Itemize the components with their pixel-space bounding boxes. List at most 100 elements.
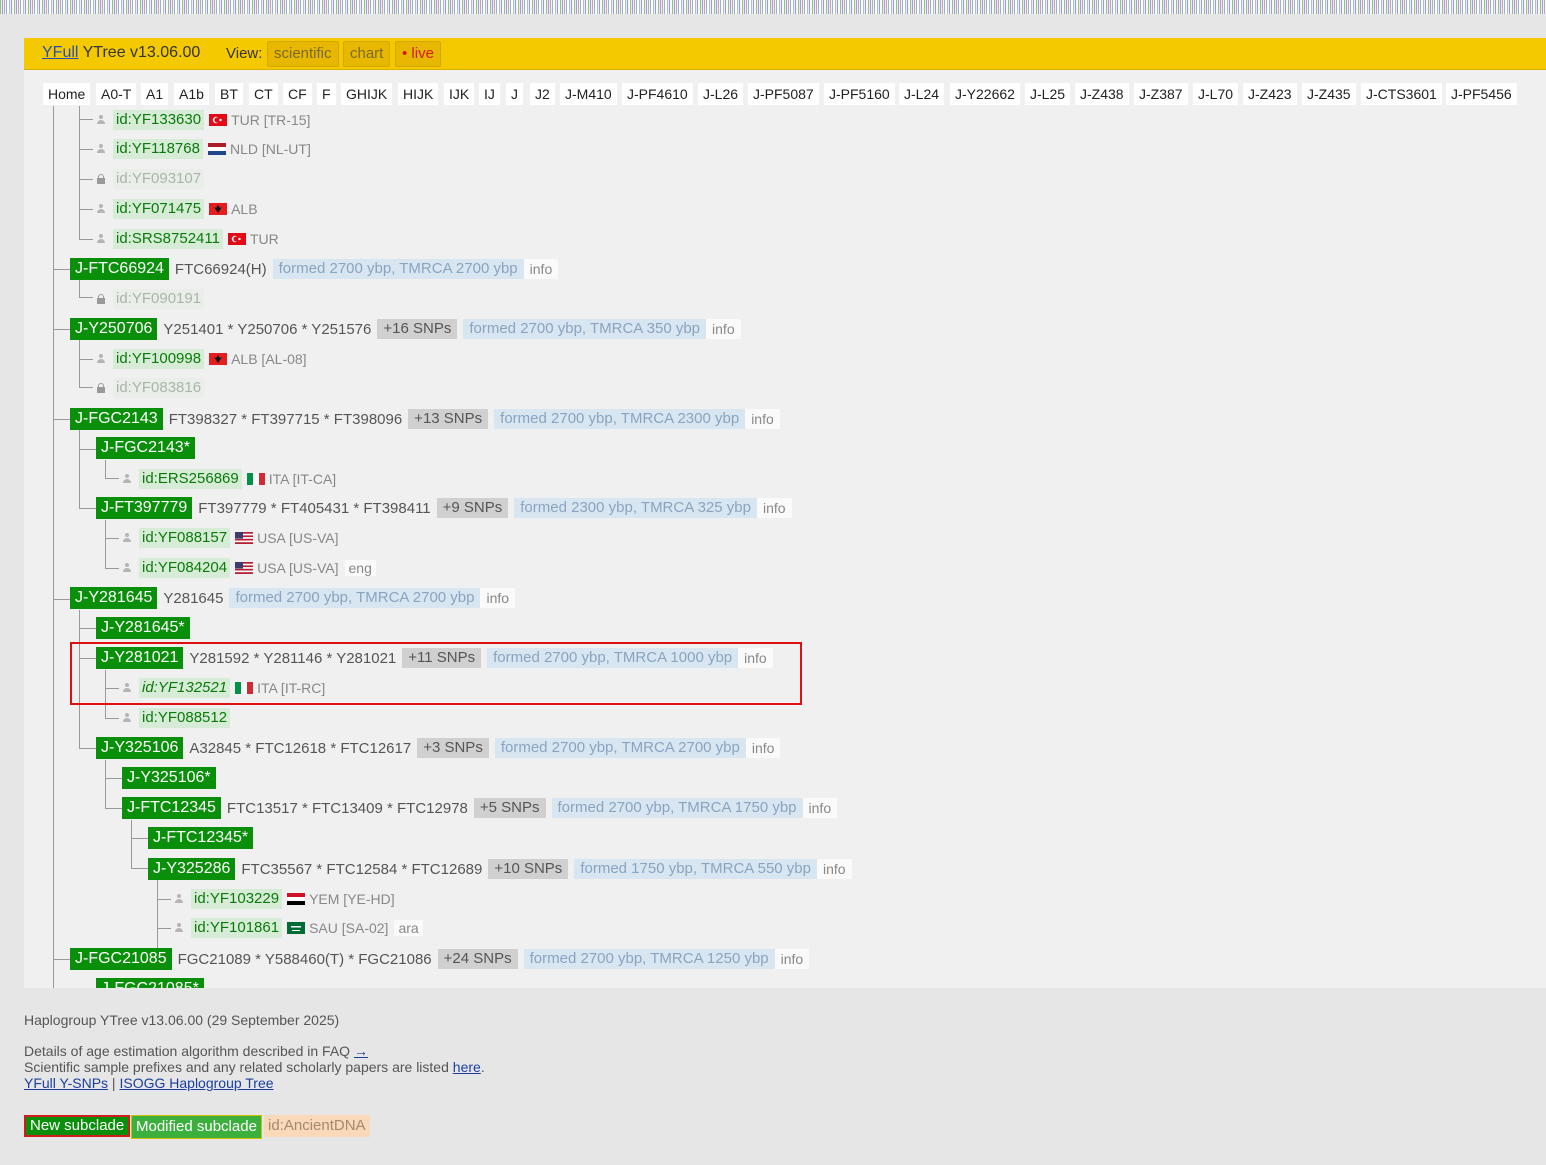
subclade-node-link[interactable]: J-FTC66924 xyxy=(70,258,169,280)
info-link[interactable]: info xyxy=(706,319,741,339)
tab-a1b[interactable]: A1b xyxy=(174,83,209,105)
info-link[interactable]: info xyxy=(745,738,781,758)
sample-id-link[interactable]: id:YF103229 xyxy=(191,889,283,909)
tab-j-z438[interactable]: J-Z438 xyxy=(1075,83,1129,105)
tab-j-m410[interactable]: J-M410 xyxy=(560,83,617,105)
tree-connector xyxy=(79,209,93,210)
info-link[interactable]: info xyxy=(756,498,792,518)
tab-ct[interactable]: CT xyxy=(249,83,278,105)
sample-id-link[interactable]: id:YF088157 xyxy=(139,528,231,548)
tab-j[interactable]: J xyxy=(506,83,523,105)
subclade-node-link[interactable]: J-Y325106* xyxy=(122,767,216,789)
sample-location: ALB xyxy=(231,201,258,217)
sample-row: id:YF100998 ALB [AL-08] xyxy=(96,348,307,370)
extra-snps-badge[interactable]: +13 SNPs xyxy=(408,409,489,429)
tab-f[interactable]: F xyxy=(317,83,336,105)
view-chart-button[interactable]: chart xyxy=(343,41,391,67)
extra-snps-badge[interactable]: +5 SNPs xyxy=(473,798,546,818)
extra-snps-badge[interactable]: +16 SNPs xyxy=(377,319,458,339)
tab-j-l70[interactable]: J-L70 xyxy=(1193,83,1239,105)
sample-id-link[interactable]: id:YF090191 xyxy=(113,289,205,309)
sample-id-link[interactable]: id:YF084204 xyxy=(139,558,231,578)
info-link[interactable]: info xyxy=(774,949,810,969)
view-live-button[interactable]: • live xyxy=(395,41,441,67)
tab-ijk[interactable]: IJK xyxy=(444,83,475,105)
info-link[interactable]: info xyxy=(745,409,780,429)
sample-id-link[interactable]: id:YF100998 xyxy=(113,349,205,369)
isogg-tree-link[interactable]: ISOGG Haplogroup Tree xyxy=(119,1075,273,1091)
subclade-node-link[interactable]: J-FT397779 xyxy=(96,497,193,519)
subclade-row: J-FTC12345 FTC13517 * FTC13409 * FTC1297… xyxy=(122,797,838,819)
tab-j-z435[interactable]: J-Z435 xyxy=(1302,83,1356,105)
faq-arrow-link[interactable]: → xyxy=(354,1043,368,1059)
extra-snps-badge[interactable]: +3 SNPs xyxy=(417,738,489,758)
tab-j-l24[interactable]: J-L24 xyxy=(899,83,945,105)
subclade-node-link[interactable]: J-FGC2143 xyxy=(70,408,163,430)
tree-connector xyxy=(157,928,171,929)
tab-j-z387[interactable]: J-Z387 xyxy=(1134,83,1188,105)
subclade-row: J-FGC21085 FGC21089 * Y588460(T) * FGC21… xyxy=(70,948,810,970)
subclade-node-link[interactable]: J-Y325106 xyxy=(96,737,184,759)
subclade-node-link[interactable]: J-FGC21085* xyxy=(96,978,204,988)
tab-j-l26[interactable]: J-L26 xyxy=(698,83,744,105)
sample-id-link[interactable]: id:YF083816 xyxy=(113,378,205,398)
tab-a0-t[interactable]: A0-T xyxy=(96,83,137,105)
sample-id-link[interactable]: id:YF118768 xyxy=(113,139,203,159)
subclade-node-link[interactable]: J-FGC21085 xyxy=(70,948,172,970)
subclade-row: J-Y281645* xyxy=(96,617,190,639)
view-scientific-button[interactable]: scientific xyxy=(267,41,339,67)
tab-cf[interactable]: CF xyxy=(283,83,312,105)
netherlands-flag-icon xyxy=(207,143,226,155)
tab-hijk[interactable]: HIJK xyxy=(398,83,439,105)
here-link[interactable]: here xyxy=(453,1059,481,1075)
extra-snps-badge[interactable]: +9 SNPs xyxy=(436,498,509,518)
info-link[interactable]: info xyxy=(817,859,852,879)
tab-j-pf5087[interactable]: J-PF5087 xyxy=(748,83,819,105)
sample-id-link[interactable]: id:YF093107 xyxy=(113,169,205,189)
extra-snps-badge[interactable]: +10 SNPs xyxy=(488,859,569,879)
tab-j2[interactable]: J2 xyxy=(530,83,555,105)
subclade-node-link[interactable]: J-Y281645* xyxy=(96,617,190,639)
sample-id-link[interactable]: id:YF133630 xyxy=(113,110,205,130)
subclade-node-link[interactable]: J-Y250706 xyxy=(70,318,158,340)
tree-connector xyxy=(79,280,80,297)
subclade-node-link[interactable]: J-FTC12345 xyxy=(122,797,221,819)
highlight-box xyxy=(70,642,802,705)
tab-j-pf5456[interactable]: J-PF5456 xyxy=(1446,83,1517,105)
snp-list: FGC21089 * Y588460(T) * FGC21086 xyxy=(177,950,432,968)
tab-home[interactable]: Home xyxy=(43,83,91,105)
sample-id-link[interactable]: id:SRS8752411 xyxy=(113,229,223,249)
age-estimate: formed 2700 ybp, TMRCA 1750 ybp xyxy=(551,798,803,818)
top-bar: YFull YTree v13.06.00 View: scientific c… xyxy=(24,38,1546,70)
subclade-node-link[interactable]: J-Y281645 xyxy=(70,587,158,609)
yfull-home-link[interactable]: YFull xyxy=(42,44,78,61)
tab-bt[interactable]: BT xyxy=(215,83,243,105)
tab-ghijk[interactable]: GHIJK xyxy=(341,83,393,105)
sample-id-link[interactable]: id:ERS256869 xyxy=(139,469,242,489)
subclade-row: J-Y325106* xyxy=(122,767,216,789)
yfull-ysnps-link[interactable]: YFull Y-SNPs xyxy=(24,1075,108,1091)
info-link[interactable]: info xyxy=(523,259,559,279)
tab-j-z423[interactable]: J-Z423 xyxy=(1243,83,1297,105)
sample-id-link[interactable]: id:YF071475 xyxy=(113,199,205,219)
extra-snps-badge[interactable]: +24 SNPs xyxy=(437,949,518,969)
tab-j-pf4610[interactable]: J-PF4610 xyxy=(622,83,693,105)
sample-id-link[interactable]: id:YF101861 xyxy=(191,918,283,938)
tab-j-l25[interactable]: J-L25 xyxy=(1025,83,1071,105)
subclade-node-link[interactable]: J-FTC12345* xyxy=(148,827,254,849)
subclade-node-link[interactable]: J-FGC2143* xyxy=(96,437,195,459)
info-link[interactable]: info xyxy=(480,588,516,608)
tab-j-pf5160[interactable]: J-PF5160 xyxy=(824,83,895,105)
snp-list: Y281645 xyxy=(163,589,224,607)
subclade-node-link[interactable]: J-Y325286 xyxy=(148,858,236,880)
tab-j-y22662[interactable]: J-Y22662 xyxy=(950,83,1020,105)
tab-ij[interactable]: IJ xyxy=(479,83,500,105)
sample-id-link[interactable]: id:YF088512 xyxy=(139,708,231,728)
footer-faq-line: Details of age estimation algorithm desc… xyxy=(24,1043,485,1059)
tab-a1[interactable]: A1 xyxy=(141,83,169,105)
tab-j-cts3601[interactable]: J-CTS3601 xyxy=(1361,83,1442,105)
tree-connector xyxy=(79,449,96,450)
tree-panel[interactable]: id:YF133630 TUR [TR-15] id:YF118768 NLD … xyxy=(24,106,1546,988)
info-link[interactable]: info xyxy=(802,798,838,818)
sample-location: YEM [YE-HD] xyxy=(309,891,395,907)
